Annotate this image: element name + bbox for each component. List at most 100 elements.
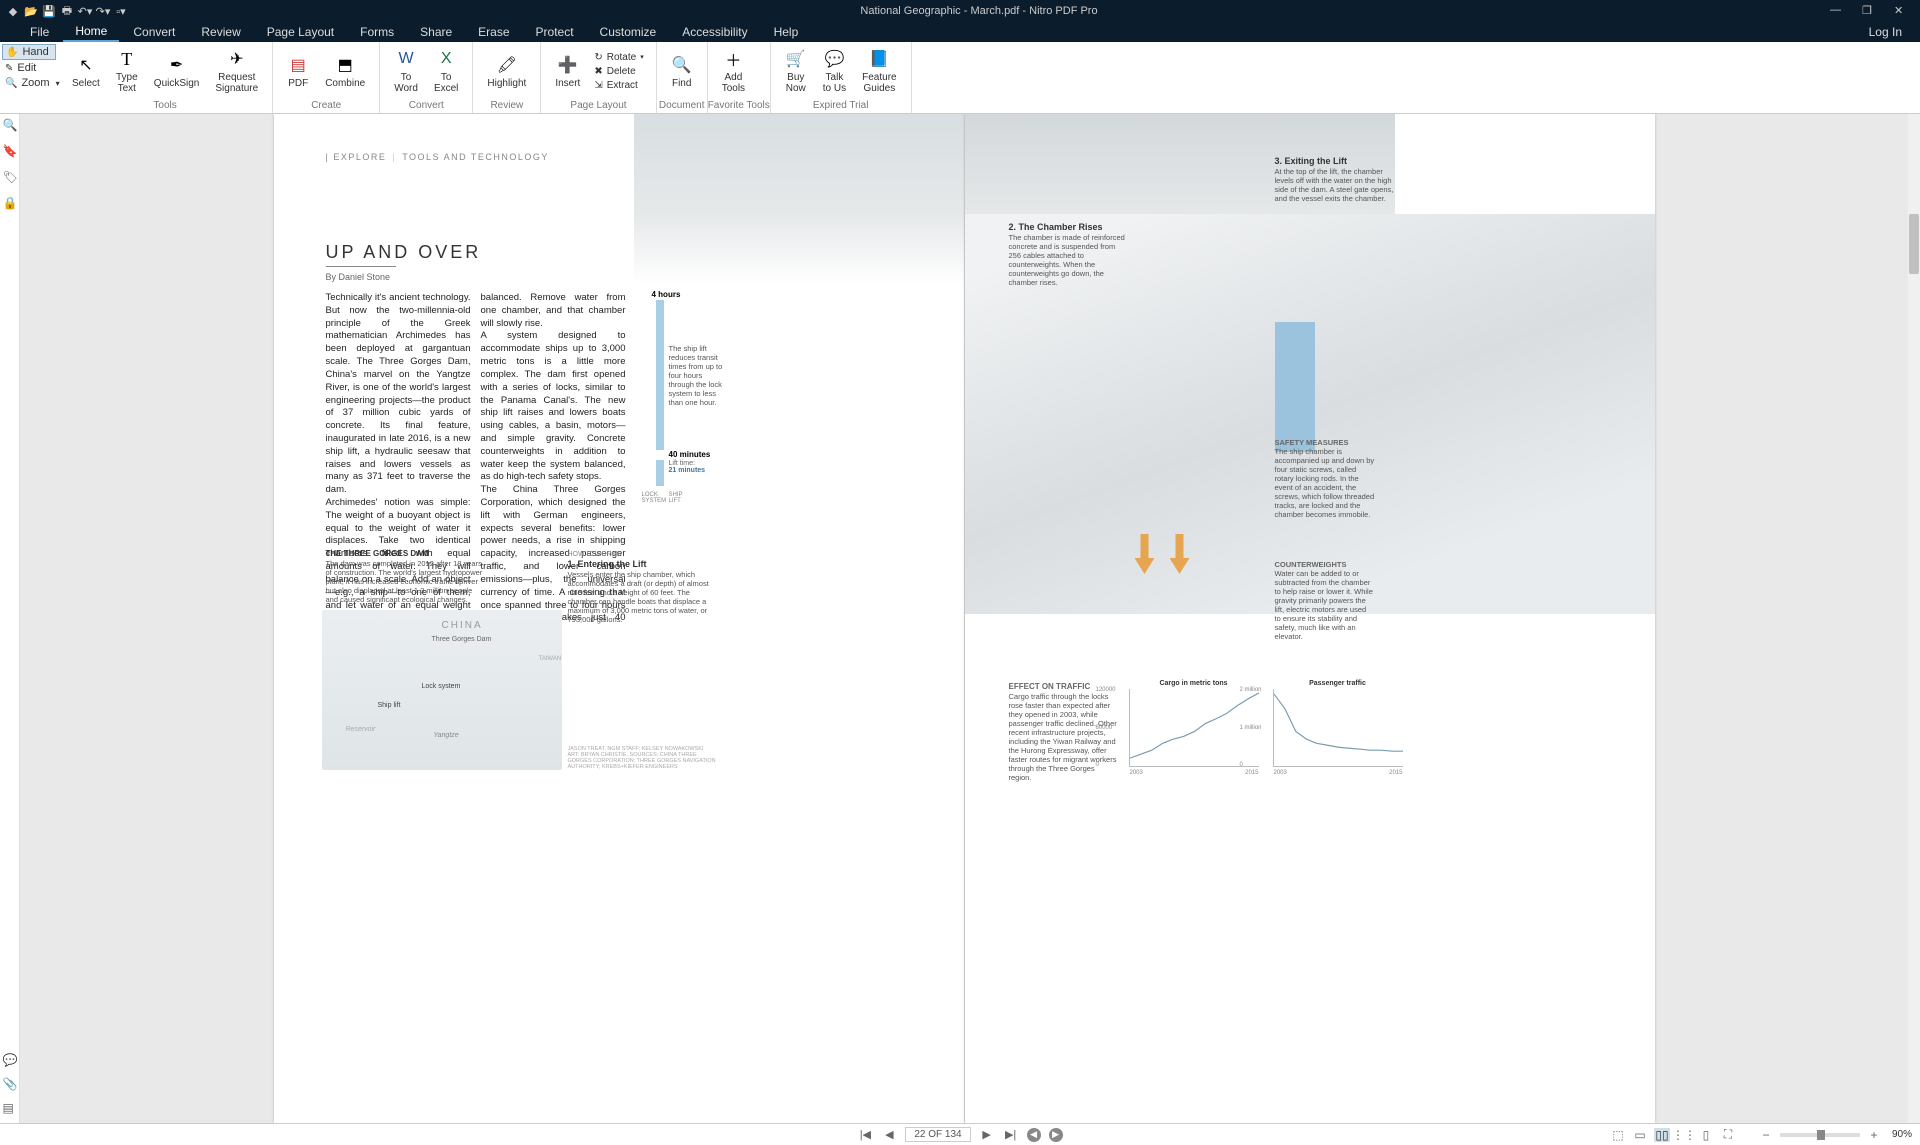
layers-panel-icon[interactable]: ▤ bbox=[3, 1101, 17, 1115]
menu-accessibility[interactable]: Accessibility bbox=[670, 23, 759, 41]
tags-panel-icon[interactable]: 🏷 bbox=[3, 170, 17, 184]
breadcrumb: | EXPLORE|TOOLS AND TECHNOLOGY bbox=[326, 152, 549, 162]
menu-review[interactable]: Review bbox=[189, 23, 252, 41]
typetext-button[interactable]: TType Text bbox=[108, 44, 146, 98]
chat-icon: 💬 bbox=[823, 48, 845, 70]
highlight-button[interactable]: 🖍Highlight bbox=[479, 44, 534, 98]
add-tools-button[interactable]: ＋Add Tools bbox=[714, 44, 753, 98]
page-indicator[interactable]: 22 OF 134 bbox=[905, 1127, 970, 1142]
qat-more-icon[interactable]: ▫▾ bbox=[114, 4, 128, 18]
ribbon: ✋Hand ✎Edit 🔍Zoom▾ ↖Select TType Text ✒Q… bbox=[0, 42, 1920, 114]
status-bar: |◀ ◀ 22 OF 134 ▶ ▶| ◀ ▶ ⬚ ▭ ▯▯ ⋮⋮ ▯ ⛶ − … bbox=[0, 1123, 1920, 1145]
group-review-label: Review bbox=[473, 100, 540, 113]
side-toolbar: 🔍 🔖 🏷 🔒 💬 📎 ▤ bbox=[0, 114, 20, 1123]
scrollbar-thumb[interactable] bbox=[1909, 214, 1919, 274]
login-button[interactable]: Log In bbox=[1869, 25, 1920, 39]
menu-share[interactable]: Share bbox=[408, 23, 464, 41]
to-word-button[interactable]: WTo Word bbox=[386, 44, 426, 98]
redo-icon[interactable]: ↷▾ bbox=[96, 4, 110, 18]
close-button[interactable]: ✕ bbox=[1894, 4, 1908, 18]
first-page-button[interactable]: |◀ bbox=[857, 1127, 873, 1143]
tool-zoom[interactable]: 🔍Zoom▾ bbox=[2, 76, 56, 90]
tool-hand[interactable]: ✋Hand bbox=[2, 44, 56, 60]
time-label-40m: 40 minutes bbox=[669, 450, 711, 459]
prev-page-button[interactable]: ◀ bbox=[881, 1127, 897, 1143]
book-icon: 📘 bbox=[868, 48, 890, 70]
menu-page-layout[interactable]: Page Layout bbox=[255, 23, 346, 41]
full-screen-button[interactable]: ⛶ bbox=[1720, 1128, 1736, 1142]
page-right: 2. The Chamber RisesThe chamber is made … bbox=[965, 114, 1655, 1123]
time-label-4h: 4 hours bbox=[652, 290, 681, 299]
menu-erase[interactable]: Erase bbox=[466, 23, 521, 41]
two-up-button[interactable]: ▯▯ bbox=[1654, 1128, 1670, 1142]
quicksign-button[interactable]: ✒QuickSign bbox=[146, 44, 208, 98]
menu-home[interactable]: Home bbox=[63, 22, 119, 42]
print-icon[interactable]: 🖶 bbox=[60, 4, 74, 18]
maximize-button[interactable]: ❐ bbox=[1862, 4, 1876, 18]
dam-illustration-left bbox=[634, 114, 964, 284]
title-bar: ◆ 📂 💾 🖶 ↶▾ ↷▾ ▫▾ National Geographic - M… bbox=[0, 0, 1920, 22]
delete-button[interactable]: ✖Delete bbox=[592, 65, 645, 78]
map-label-reservoir: Reservoir bbox=[346, 726, 376, 733]
document-viewport[interactable]: | EXPLORE|TOOLS AND TECHNOLOGY UP AND OV… bbox=[20, 114, 1908, 1123]
chart-passenger: Passenger traffic 2 million 1 million 0 … bbox=[1273, 680, 1403, 772]
fit-width-button[interactable]: ▭ bbox=[1632, 1128, 1648, 1142]
next-page-button[interactable]: ▶ bbox=[979, 1127, 995, 1143]
security-panel-icon[interactable]: 🔒 bbox=[3, 196, 17, 210]
tool-edit[interactable]: ✎Edit bbox=[2, 61, 56, 75]
group-trial-label: Expired Trial bbox=[771, 100, 911, 113]
menu-file[interactable]: File bbox=[18, 23, 61, 41]
save-icon[interactable]: 💾 bbox=[42, 4, 56, 18]
to-excel-button[interactable]: XTo Excel bbox=[426, 44, 466, 98]
select-button[interactable]: ↖Select bbox=[64, 44, 108, 98]
extract-button[interactable]: ⇲Extract bbox=[592, 79, 645, 92]
three-gorges-block: THE THREE GORGES DAMThe dam was complete… bbox=[326, 549, 486, 604]
minimize-button[interactable]: — bbox=[1830, 4, 1844, 18]
attachment-panel-icon[interactable]: 📎 bbox=[3, 1077, 17, 1091]
vertical-scrollbar[interactable] bbox=[1908, 114, 1920, 1123]
continuous-button[interactable]: ⋮⋮ bbox=[1676, 1128, 1692, 1142]
chart-passenger-title: Passenger traffic bbox=[1273, 680, 1403, 687]
lift-time-label: Lift time:21 minutes bbox=[669, 460, 706, 474]
zoom-percent[interactable]: 90% bbox=[1892, 1129, 1912, 1140]
menu-help[interactable]: Help bbox=[762, 23, 811, 41]
insert-button[interactable]: ➕Insert bbox=[547, 44, 588, 98]
zoom-thumb[interactable] bbox=[1817, 1130, 1825, 1140]
pdf-button[interactable]: ▤PDF bbox=[279, 44, 317, 98]
talk-to-us-button[interactable]: 💬Talk to Us bbox=[815, 44, 854, 98]
bookmarks-panel-icon[interactable]: 🔖 bbox=[3, 144, 17, 158]
combine-button[interactable]: ⬒Combine bbox=[317, 44, 373, 98]
map-label-tgd: Three Gorges Dam bbox=[432, 636, 492, 643]
menu-protect[interactable]: Protect bbox=[524, 23, 586, 41]
group-pagelayout-label: Page Layout bbox=[541, 100, 655, 113]
map-label-china: CHINA bbox=[442, 620, 483, 631]
group-create-label: Create bbox=[273, 100, 379, 113]
rotate-icon: ↻ bbox=[594, 52, 602, 63]
menu-convert[interactable]: Convert bbox=[121, 23, 187, 41]
open-icon[interactable]: 📂 bbox=[24, 4, 38, 18]
buy-now-button[interactable]: 🛒Buy Now bbox=[777, 44, 815, 98]
edit-icon: ✎ bbox=[5, 63, 13, 74]
zoom-in-button[interactable]: + bbox=[1866, 1128, 1882, 1142]
undo-icon[interactable]: ↶▾ bbox=[78, 4, 92, 18]
comment-panel-icon[interactable]: 💬 bbox=[3, 1053, 17, 1067]
menu-customize[interactable]: Customize bbox=[588, 23, 669, 41]
find-button[interactable]: 🔍Find bbox=[663, 44, 701, 98]
map-label-yangtze: Yangtze bbox=[434, 732, 459, 739]
zoom-slider[interactable] bbox=[1780, 1133, 1860, 1137]
menu-forms[interactable]: Forms bbox=[348, 23, 406, 41]
nav-back-button[interactable]: ◀ bbox=[1027, 1128, 1041, 1142]
last-page-button[interactable]: ▶| bbox=[1003, 1127, 1019, 1143]
feature-guides-button[interactable]: 📘Feature Guides bbox=[854, 44, 904, 98]
zoom-out-button[interactable]: − bbox=[1758, 1128, 1774, 1142]
chart-cargo-title: Cargo in metric tons bbox=[1129, 680, 1259, 687]
request-signature-button[interactable]: ✈Request Signature bbox=[207, 44, 266, 98]
nav-fwd-button[interactable]: ▶ bbox=[1049, 1128, 1063, 1142]
pages-panel-icon[interactable]: 🔍 bbox=[3, 118, 17, 132]
search-icon: 🔍 bbox=[671, 54, 693, 76]
fit-page-button[interactable]: ⬚ bbox=[1610, 1128, 1626, 1142]
combine-icon: ⬒ bbox=[334, 54, 356, 76]
delete-icon: ✖ bbox=[594, 66, 602, 77]
rotate-button[interactable]: ↻Rotate▾ bbox=[592, 51, 645, 64]
single-page-button[interactable]: ▯ bbox=[1698, 1128, 1714, 1142]
